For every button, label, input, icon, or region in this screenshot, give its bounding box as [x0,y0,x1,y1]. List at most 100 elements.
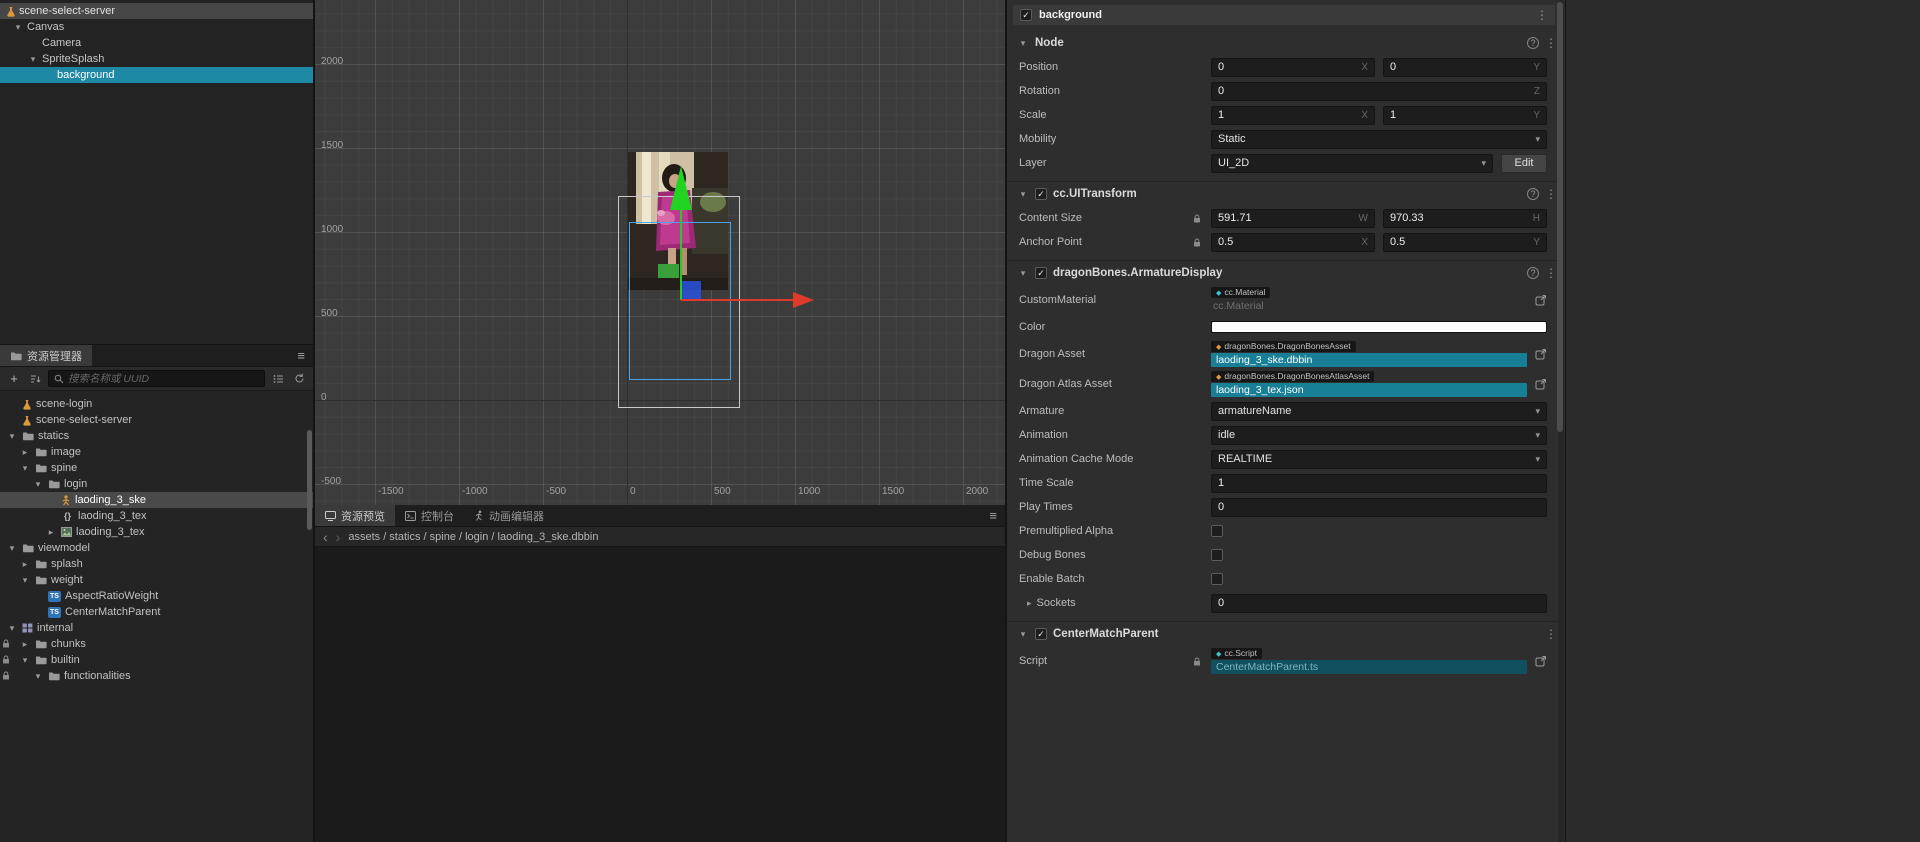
tab-console[interactable]: 控制台 [395,505,464,526]
asset-item-functionalities[interactable]: functionalities [0,668,313,684]
asset-item-builtin[interactable]: builtin [0,652,313,668]
lock-icon[interactable] [1193,214,1201,223]
armature-select[interactable]: armatureName [1211,401,1547,421]
nav-back-icon[interactable] [323,529,328,545]
asset-item-spine[interactable]: spine [0,460,313,476]
rotation-input[interactable]: 0Z [1211,81,1547,101]
panel-menu-icon[interactable] [297,348,305,363]
chevron-down-icon[interactable] [19,574,31,586]
section-menu-icon[interactable] [1545,627,1557,641]
position-y-input[interactable]: 0Y [1383,57,1547,77]
asset-picker-icon[interactable] [1535,348,1547,360]
hierarchy-item-camera[interactable]: Camera [0,35,313,51]
asset-picker-icon[interactable] [1535,294,1547,306]
section-header-center-match-parent[interactable]: CenterMatchParent [1013,622,1557,646]
chevron-down-icon[interactable] [6,542,18,554]
hierarchy-item-background[interactable]: background [0,67,313,83]
animation-select[interactable]: idle [1211,425,1547,445]
scene-viewport[interactable]: 2000 1500 1000 500 0 -500 -1500 -1000 -5… [315,0,1005,505]
asset-picker-icon[interactable] [1535,655,1547,667]
chevron-down-icon[interactable] [6,430,18,442]
chevron-down-icon[interactable] [32,478,44,490]
layer-select[interactable]: UI_2D [1211,153,1493,173]
chevron-right-icon[interactable] [19,558,31,570]
asset-item-centermatchparent[interactable]: TS CenterMatchParent [0,604,313,620]
chevron-down-icon[interactable] [1017,188,1029,200]
debug-bones-checkbox[interactable] [1211,549,1223,561]
header-menu-icon[interactable] [1536,8,1548,22]
chevron-down-icon[interactable] [19,654,31,666]
center-match-parent-enabled-checkbox[interactable] [1035,628,1047,640]
inspector-scrollbar-thumb[interactable] [1557,2,1563,432]
uitransform-enabled-checkbox[interactable] [1035,188,1047,200]
help-icon[interactable] [1527,188,1539,200]
layer-edit-button[interactable]: Edit [1501,153,1547,173]
node-enabled-checkbox[interactable] [1020,9,1032,21]
color-swatch[interactable] [1211,321,1547,333]
chevron-down-icon[interactable] [1017,628,1029,640]
asset-item-laoding-3-tex-image[interactable]: laoding_3_tex [0,524,313,540]
help-icon[interactable] [1527,37,1539,49]
asset-item-chunks[interactable]: chunks [0,636,313,652]
animation-cache-mode-select[interactable]: REALTIME [1211,449,1547,469]
custom-material-slot[interactable]: cc.Material cc.Material [1211,286,1527,314]
dragon-atlas-asset-slot[interactable]: dragonBones.DragonBonesAtlasAsset laodin… [1211,370,1527,398]
lock-icon[interactable] [1193,657,1201,666]
panel-menu-icon[interactable] [989,508,997,523]
list-view-icon[interactable] [270,371,286,387]
position-x-input[interactable]: 0X [1211,57,1375,77]
asset-item-image[interactable]: image [0,444,313,460]
time-scale-input[interactable]: 1 [1211,473,1547,493]
assets-scrollbar[interactable] [307,430,312,530]
enable-batch-checkbox[interactable] [1211,573,1223,585]
asset-item-login[interactable]: login [0,476,313,492]
chevron-right-icon[interactable] [1027,597,1032,609]
sort-icon[interactable] [27,371,43,387]
content-size-w-input[interactable]: 591.71 W [1211,208,1375,228]
hierarchy-scene-root[interactable]: scene-select-server [0,3,313,19]
section-menu-icon[interactable] [1545,187,1557,201]
section-menu-icon[interactable] [1545,266,1557,280]
asset-item-aspectratioweight[interactable]: TS AspectRatioWeight [0,588,313,604]
section-header-node[interactable]: Node [1013,31,1557,55]
add-asset-icon[interactable] [6,371,22,387]
asset-item-internal[interactable]: internal [0,620,313,636]
section-header-uitransform[interactable]: cc.UITransform [1013,182,1557,206]
asset-item-laoding-3-tex-json[interactable]: {} laoding_3_tex [0,508,313,524]
chevron-down-icon[interactable] [1017,267,1029,279]
hierarchy-item-spritesplash[interactable]: SpriteSplash [0,51,313,67]
chevron-down-icon[interactable] [19,462,31,474]
section-header-armature-display[interactable]: dragonBones.ArmatureDisplay [1013,261,1557,285]
asset-search-box[interactable] [48,370,265,387]
premultiplied-alpha-checkbox[interactable] [1211,525,1223,537]
dragon-asset-slot[interactable]: dragonBones.DragonBonesAsset laoding_3_s… [1211,340,1527,368]
asset-item-viewmodel[interactable]: viewmodel [0,540,313,556]
chevron-right-icon[interactable] [19,446,31,458]
help-icon[interactable] [1527,267,1539,279]
nav-forward-icon[interactable] [336,529,341,545]
asset-item-scene-login[interactable]: scene-login [0,396,313,412]
chevron-down-icon[interactable] [32,670,44,682]
lock-icon[interactable] [1193,238,1201,247]
tab-assets[interactable]: 资源管理器 [0,345,92,366]
section-menu-icon[interactable] [1545,36,1557,50]
asset-item-statics[interactable]: statics [0,428,313,444]
chevron-right-icon[interactable] [45,526,57,538]
chevron-down-icon[interactable] [27,53,39,65]
script-slot[interactable]: cc.Script CenterMatchParent.ts [1211,647,1527,675]
chevron-right-icon[interactable] [19,638,31,650]
chevron-down-icon[interactable] [12,21,24,33]
content-size-h-input[interactable]: 970.33 H [1383,208,1547,228]
chevron-down-icon[interactable] [6,622,18,634]
scale-x-input[interactable]: 1X [1211,105,1375,125]
asset-item-weight[interactable]: weight [0,572,313,588]
asset-picker-icon[interactable] [1535,378,1547,390]
sockets-count-input[interactable]: 0 [1211,593,1547,613]
anchor-y-input[interactable]: 0.5 Y [1383,232,1547,252]
hierarchy-item-canvas[interactable]: Canvas [0,19,313,35]
inspector-scrollbar[interactable] [1557,0,1564,842]
play-times-input[interactable]: 0 [1211,497,1547,517]
mobility-select[interactable]: Static [1211,129,1547,149]
armature-enabled-checkbox[interactable] [1035,267,1047,279]
asset-item-scene-select-server[interactable]: scene-select-server [0,412,313,428]
